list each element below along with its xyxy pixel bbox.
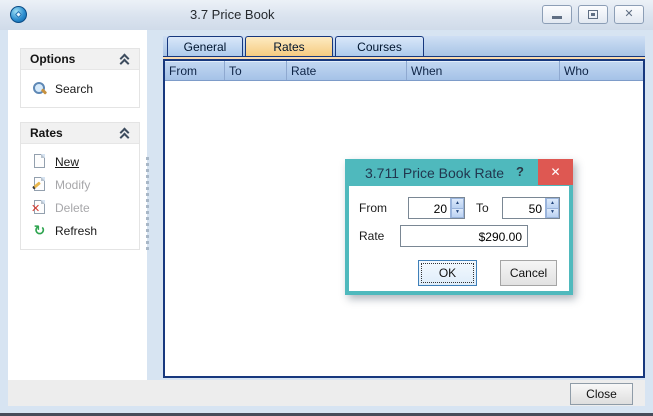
- dialog-close-button[interactable]: ✕: [538, 159, 573, 185]
- column-header-to[interactable]: To: [225, 61, 287, 80]
- rates-panel-title: Rates: [30, 126, 119, 140]
- close-icon: ✕: [550, 165, 560, 179]
- window-controls: ✕: [542, 5, 644, 24]
- tab-rates[interactable]: Rates: [245, 36, 333, 56]
- dialog-body: From 20 ▲ ▼ To 50 ▲ ▼ Rate $290.00 OK Ca…: [349, 186, 569, 291]
- sidebar-item-delete[interactable]: ✕ Delete: [21, 196, 139, 219]
- rate-label: Rate: [359, 229, 384, 243]
- options-panel-title: Options: [30, 52, 119, 66]
- help-button[interactable]: ?: [516, 164, 524, 179]
- cancel-button[interactable]: Cancel: [500, 260, 557, 286]
- rates-panel-header[interactable]: Rates: [21, 123, 139, 144]
- tab-general[interactable]: General: [167, 36, 243, 56]
- column-header-who[interactable]: Who: [560, 61, 643, 80]
- modify-icon: [32, 177, 47, 192]
- price-book-rate-dialog: 3.711 Price Book Rate ? ✕ From 20 ▲ ▼ To…: [345, 159, 573, 295]
- minimize-icon: [552, 16, 562, 19]
- close-window-button[interactable]: ✕: [614, 5, 644, 24]
- close-button[interactable]: Close: [570, 383, 633, 405]
- delete-icon: ✕: [32, 200, 47, 215]
- sidebar-item-search[interactable]: Search: [21, 77, 139, 100]
- to-spin-down-button[interactable]: ▼: [546, 209, 559, 219]
- rates-panel: Rates New Modify ✕ Delete ↻ Refresh: [20, 122, 140, 250]
- maximize-button[interactable]: [578, 5, 608, 24]
- to-label: To: [476, 201, 489, 215]
- collapse-chevron-icon[interactable]: [119, 54, 130, 65]
- sidebar-splitter[interactable]: [146, 157, 149, 250]
- sidebar-item-modify[interactable]: Modify: [21, 173, 139, 196]
- column-header-from[interactable]: From: [165, 61, 225, 80]
- ok-button[interactable]: OK: [418, 260, 477, 286]
- table-header-row: From To Rate When Who: [165, 61, 643, 81]
- options-panel-header[interactable]: Options: [21, 49, 139, 70]
- window-title: 3.7 Price Book: [190, 7, 275, 22]
- to-spinner[interactable]: 50 ▲ ▼: [502, 197, 560, 219]
- close-icon: ✕: [624, 9, 633, 20]
- search-icon: [32, 81, 47, 96]
- sidebar-item-new[interactable]: New: [21, 150, 139, 173]
- minimize-button[interactable]: [542, 5, 572, 24]
- from-spin-up-button[interactable]: ▲: [451, 198, 464, 209]
- from-spin-down-button[interactable]: ▼: [451, 209, 464, 219]
- new-document-icon: [32, 154, 47, 169]
- collapse-chevron-icon[interactable]: [119, 128, 130, 139]
- from-label: From: [359, 201, 387, 215]
- to-value[interactable]: 50: [503, 198, 545, 218]
- from-spinner[interactable]: 20 ▲ ▼: [408, 197, 465, 219]
- maximize-icon: [588, 10, 598, 19]
- from-value[interactable]: 20: [409, 198, 450, 218]
- app-icon: [10, 6, 27, 23]
- footer-bar: [8, 380, 645, 406]
- column-header-when[interactable]: When: [407, 61, 560, 80]
- tab-courses[interactable]: Courses: [335, 36, 424, 56]
- options-panel: Options Search: [20, 48, 140, 108]
- sidebar-item-refresh[interactable]: ↻ Refresh: [21, 219, 139, 242]
- dialog-title: 3.711 Price Book Rate: [365, 165, 504, 181]
- to-spin-up-button[interactable]: ▲: [546, 198, 559, 209]
- title-bar: 3.7 Price Book ✕: [0, 0, 653, 30]
- tab-strip: General Rates Courses: [163, 36, 645, 57]
- refresh-icon: ↻: [32, 223, 47, 238]
- rate-field[interactable]: $290.00: [400, 225, 528, 247]
- price-book-window: 3.7 Price Book ✕ Options Search Rates: [0, 0, 653, 416]
- column-header-rate[interactable]: Rate: [287, 61, 407, 80]
